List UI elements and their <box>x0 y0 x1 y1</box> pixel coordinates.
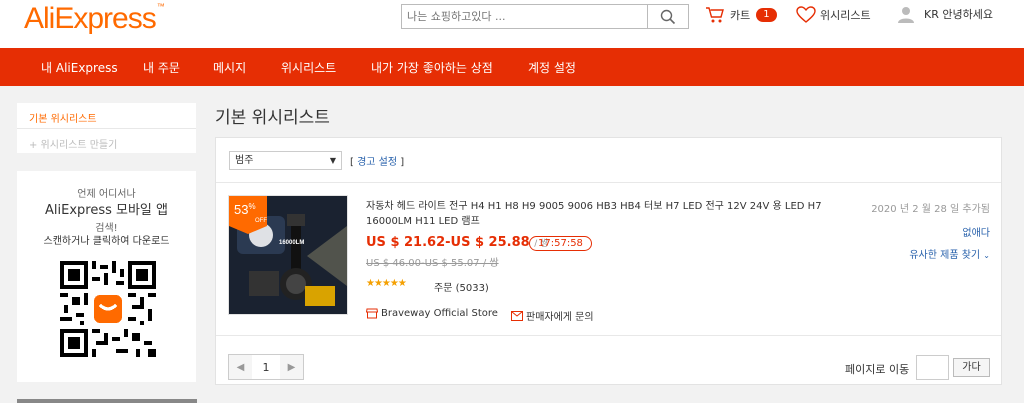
product-thumbnail[interactable]: 53% OFF 16000LM <box>228 195 348 315</box>
order-count: 주문 (5033) <box>434 283 489 294</box>
prev-page-button[interactable]: ◀ <box>229 355 252 379</box>
go-button[interactable]: 가다 <box>953 358 990 377</box>
wishlist-link[interactable]: 위시리스트 <box>796 6 871 24</box>
alert-settings: [ 경고 설정 ] <box>350 157 405 168</box>
page-number[interactable]: 1 <box>252 355 280 379</box>
find-similar-link[interactable]: 유사한 제품 찾기 ⌄ <box>909 246 990 261</box>
nav-favorite-stores[interactable]: 내가 가장 좋아하는 상점 <box>371 59 493 76</box>
discount-badge: 53% <box>234 202 256 217</box>
nav-account-settings[interactable]: 계정 설정 <box>528 59 576 76</box>
nav-messages[interactable]: 메시지 <box>213 59 246 76</box>
category-select-value: 범주 <box>235 155 254 166</box>
category-select[interactable]: 범주 ▼ <box>229 151 342 170</box>
cart-label: 카트 <box>730 9 751 22</box>
user-avatar-icon <box>898 7 914 23</box>
app-promo-line4: 스캔하거나 클릭하여 다운로드 <box>43 236 170 247</box>
cart-icon <box>706 7 724 23</box>
sidebar-banner-strip <box>17 399 197 403</box>
app-promo-line1: 언제 어디서나 <box>77 189 136 200</box>
alert-settings-link[interactable]: 경고 설정 <box>357 157 397 168</box>
store-name: Braveway Official Store <box>381 308 498 319</box>
sidebar-item-create-wishlist[interactable]: + 위시리스트 만들기 <box>29 136 117 151</box>
rating-stars-icon: ★★★★★ <box>366 278 407 289</box>
product-name-link[interactable]: 자동차 헤드 라이트 전구 H4 H1 H8 H9 9005 9006 HB3 … <box>366 199 836 229</box>
discount-off-label: OFF <box>255 218 267 224</box>
chevron-down-icon: ⌄ <box>983 251 990 260</box>
header: AliExpress™ 카트 1 위시리스트 KR 안녕하세요 <box>0 0 1024 48</box>
pagination: ◀ 1 ▶ <box>228 354 304 380</box>
product-image-label: 16000LM <box>279 240 305 246</box>
search-input[interactable] <box>402 5 648 28</box>
store-icon <box>366 308 378 319</box>
search-button[interactable] <box>647 5 688 28</box>
dropdown-arrow-icon: ▼ <box>329 156 336 165</box>
divider <box>17 128 196 129</box>
contact-seller-link[interactable]: 판매자에게 문의 <box>511 308 594 323</box>
mail-icon <box>511 310 523 321</box>
countdown-timer: 17:57:58 <box>529 236 592 251</box>
cart-count-badge: 1 <box>756 8 777 22</box>
next-page-button[interactable]: ▶ <box>280 355 303 379</box>
divider <box>216 182 1001 183</box>
wishlist-label: 위시리스트 <box>820 9 871 22</box>
goto-page-label: 페이지로 이동 <box>845 363 910 376</box>
heart-icon <box>796 6 816 23</box>
qr-code[interactable] <box>60 261 156 357</box>
account-link[interactable]: KR 안녕하세요 <box>897 5 993 23</box>
wishlist-sidebar: 기본 위시리스트 + 위시리스트 만들기 <box>17 103 196 153</box>
sidebar-item-default-wishlist[interactable]: 기본 위시리스트 <box>29 110 97 125</box>
original-price: US $ 46.00-US $ 55.07 / 쌍 <box>366 258 499 269</box>
remove-link[interactable]: 없애다 <box>962 224 990 239</box>
nav-my-aliexpress[interactable]: 내 AliExpress <box>41 59 118 76</box>
store-link[interactable]: Braveway Official Store <box>366 308 498 319</box>
app-promo-title: AliExpress 모바일 앱 <box>45 203 168 218</box>
goto-page-input[interactable] <box>916 355 949 380</box>
wishlist-panel: 범주 ▼ [ 경고 설정 ] 53% OFF 16000LM 자동차 헤드 라이… <box>215 137 1002 385</box>
page-title: 기본 위시리스트 <box>215 108 330 128</box>
added-date: 2020 년 2 월 28 일 추가됨 <box>871 204 990 215</box>
search-icon <box>660 9 676 24</box>
mobile-app-promo: 언제 어디서나 AliExpress 모바일 앱 검색! 스캔하거나 클릭하여 … <box>17 171 196 382</box>
search-box <box>401 4 689 29</box>
top-nav: 내 AliExpress 내 주문 메시지 위시리스트 내가 가장 좋아하는 상… <box>0 48 1024 86</box>
account-label: KR 안녕하세요 <box>924 8 993 21</box>
contact-seller-label: 판매자에게 문의 <box>526 312 594 323</box>
divider <box>216 335 1001 336</box>
cart-link[interactable]: 카트 1 <box>705 6 777 24</box>
nav-my-orders[interactable]: 내 주문 <box>143 59 180 76</box>
nav-wishlist[interactable]: 위시리스트 <box>281 59 336 76</box>
product-price: US $ 21.62-US $ 25.88 / 쌍 <box>366 235 549 250</box>
aliexpress-logo[interactable]: AliExpress™ <box>24 2 165 36</box>
